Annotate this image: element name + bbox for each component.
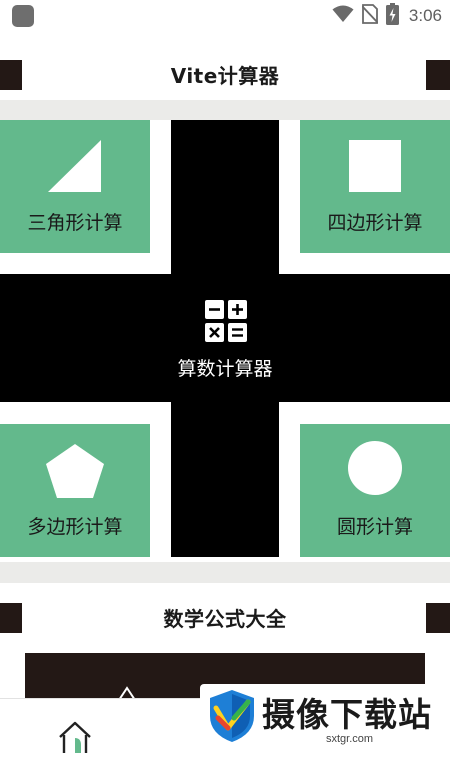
circle-calc-label: 圆形计算 <box>336 516 413 538</box>
watermark-url: sxtgr.com <box>326 733 374 745</box>
quadrilateral-calc-label: 四边形计算 <box>327 212 423 234</box>
status-time: 3:06 <box>408 6 442 25</box>
triangle-calc-button[interactable]: 三角形计算 <box>0 120 150 253</box>
calculator-icon <box>205 300 247 342</box>
polygon-calc-button[interactable]: 多边形计算 <box>0 424 150 557</box>
status-bar: 3:06 <box>0 0 450 32</box>
circle-calc-button[interactable]: 圆形计算 <box>300 424 450 557</box>
arithmetic-calc-label: 算数计算器 <box>177 358 273 380</box>
formulas-title: 数学公式大全 <box>163 607 287 631</box>
watermark-text: 摄像下载站 <box>262 695 432 734</box>
header-accent-right <box>426 60 450 90</box>
page-title: Vite计算器 <box>170 64 280 88</box>
nav-home-button[interactable] <box>52 719 98 753</box>
triangle-calc-label: 三角形计算 <box>27 212 123 234</box>
watermark: 摄像下载站 sxtgr.com <box>200 684 450 750</box>
square-icon <box>349 140 401 196</box>
formulas-header: 数学公式大全 <box>0 600 450 636</box>
watermark-shield-logo <box>206 688 258 748</box>
wifi-icon <box>332 5 354 27</box>
no-sim-icon <box>361 4 379 28</box>
status-icons: 3:06 <box>332 3 442 29</box>
formulas-accent-right <box>426 603 450 633</box>
battery-charging-icon <box>385 3 399 29</box>
home-icon <box>52 721 98 757</box>
arithmetic-calc-button[interactable]: 算数计算器 <box>171 290 279 390</box>
quadrilateral-calc-button[interactable]: 四边形计算 <box>300 120 450 253</box>
triangle-icon <box>48 140 102 196</box>
app-header: Vite计算器 <box>0 58 450 92</box>
circle-icon <box>347 440 403 500</box>
polygon-calc-label: 多边形计算 <box>27 516 123 538</box>
pentagon-icon <box>46 444 104 502</box>
app-icon <box>12 5 34 27</box>
calculator-grid: 三角形计算 四边形计算 算数计算器 多边形计算 圆形计算 <box>0 100 450 583</box>
